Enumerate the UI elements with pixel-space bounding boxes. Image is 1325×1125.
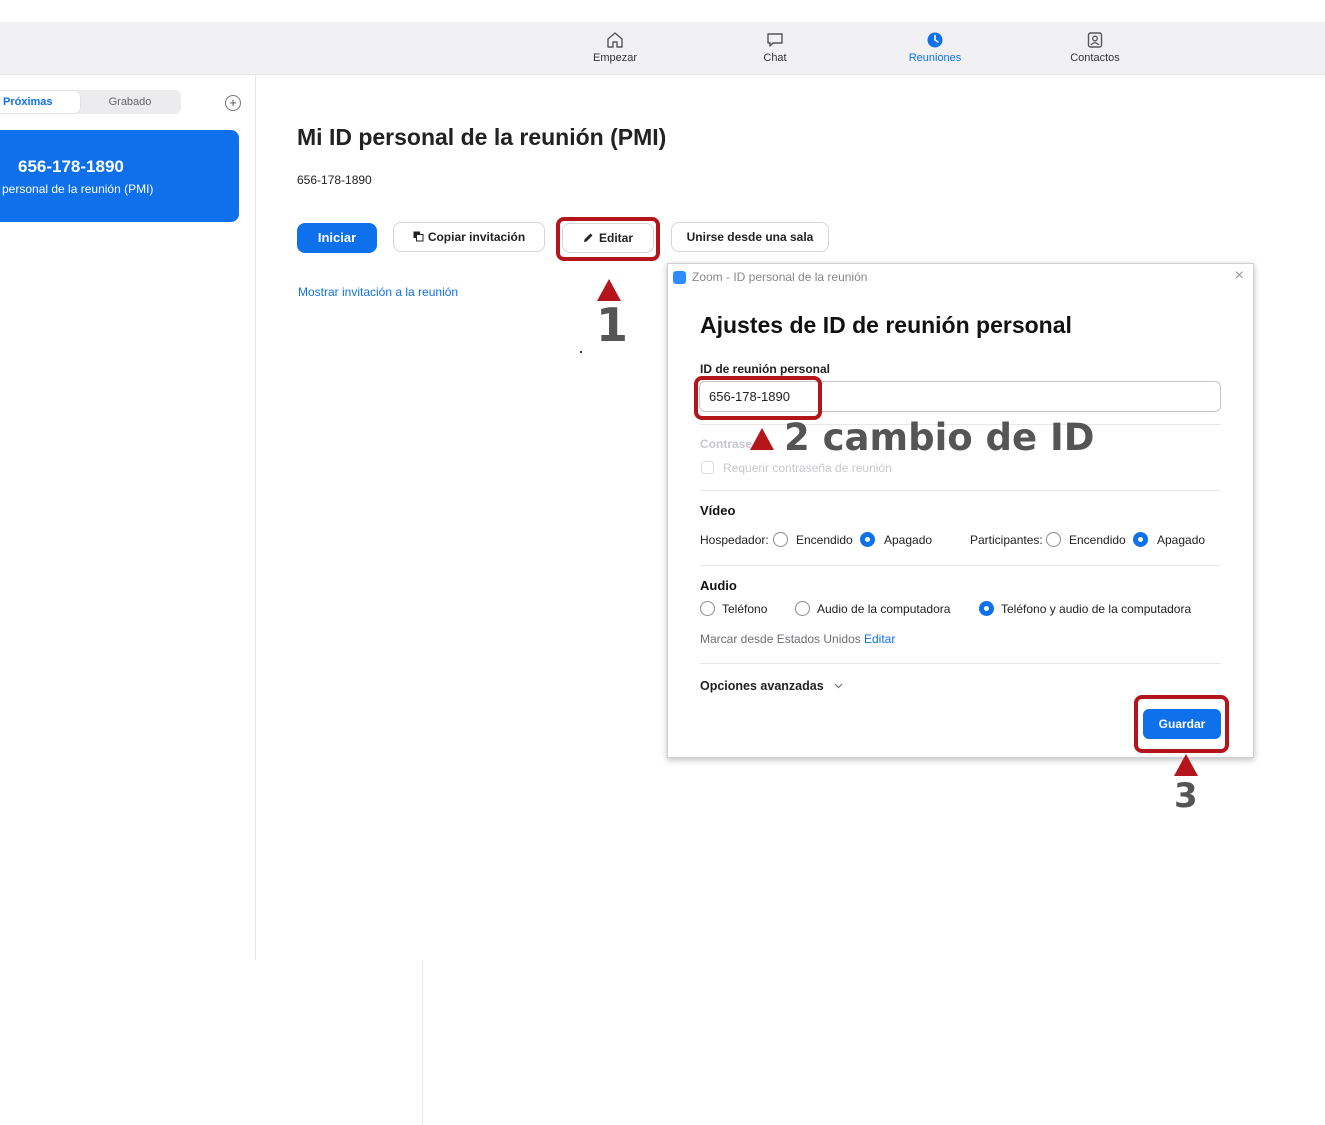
require-password-checkbox[interactable] [701,461,714,474]
annotation-box-edit [556,217,660,261]
add-meeting-button[interactable]: + [225,95,241,111]
bottom-divider [422,960,423,1125]
page-title: Mi ID personal de la reunión (PMI) [297,124,667,150]
top-nav-bar: Empezar Chat Reuniones Contactos [0,22,1325,75]
dialog-heading: Ajustes de ID de reunión personal [700,312,1072,338]
video-section-title: Vídeo [700,503,736,518]
meetings-tab-switch: Próximas Grabado [0,90,181,114]
host-video-on-label: Encendido [796,533,853,547]
start-button[interactable]: Iniciar [297,223,377,253]
dial-from-label: Marcar desde Estados Unidos [700,632,861,646]
annotation-box-save [1134,695,1229,753]
advanced-options-toggle[interactable]: Opciones avanzadas [700,679,824,693]
audio-both-radio[interactable] [979,601,994,616]
zoom-logo-icon [673,271,686,284]
divider [700,490,1221,491]
copy-invitation-button[interactable]: Copiar invitación [393,222,545,252]
pmi-settings-dialog: Zoom - ID personal de la reunión × Ajust… [667,263,1254,758]
participants-video-on-radio[interactable] [1046,532,1061,547]
meeting-card-pmi[interactable]: 656-178-1890 D personal de la reunión (P… [0,130,239,222]
nav-item-reuniones[interactable]: Reuniones [890,30,980,64]
nav-item-empezar[interactable]: Empezar [570,30,660,64]
host-video-off-label: Apagado [884,533,933,547]
join-from-room-button[interactable]: Unirse desde una sala [671,222,829,252]
nav-label: Contactos [1070,52,1120,64]
annotation-step-3: 3 [1174,776,1198,816]
audio-computer-label: Audio de la computadora [817,602,951,616]
tab-proximas[interactable]: Próximas [0,91,80,113]
require-password-label: Requerir contraseña de reunión [723,461,892,475]
annotation-step-2: 2 cambio de ID [784,416,1095,459]
copy-invitation-label: Copiar invitación [427,230,526,244]
show-invitation-link[interactable]: Mostrar invitación a la reunión [298,285,458,299]
audio-phone-label: Teléfono [722,602,768,616]
annotation-arrow-3 [1174,754,1198,776]
sidebar-divider [255,74,256,960]
nav-item-chat[interactable]: Chat [730,30,820,64]
participants-video-on-label: Encendido [1069,533,1126,547]
stray-dot [580,351,582,353]
tab-grabado[interactable]: Grabado [80,91,180,113]
annotation-step-1: 1 [596,298,629,352]
annotation-box-pmi-input [694,376,822,420]
chevron-down-icon [834,683,843,689]
dial-from-edit-link[interactable]: Editar [864,632,895,646]
nav-item-contactos[interactable]: Contactos [1050,30,1140,64]
nav-label: Chat [763,52,787,64]
clock-icon [927,32,943,48]
participants-video-off-label: Apagado [1157,533,1206,547]
chat-icon [767,33,783,47]
nav-label: Empezar [592,52,638,64]
host-label: Hospedador: [700,533,769,547]
audio-phone-radio[interactable] [700,601,715,616]
audio-both-label: Teléfono y audio de la computadora [1001,602,1192,616]
divider [700,663,1221,664]
divider [700,565,1221,566]
home-icon [607,32,623,48]
nav-label: Reuniones [908,52,962,64]
annotation-arrow-2 [750,428,774,450]
participants-video-off-radio[interactable] [1133,532,1148,547]
copy-icon [413,231,424,242]
audio-section-title: Audio [700,578,737,593]
meeting-card-subtitle: D personal de la reunión (PMI) [0,182,154,196]
audio-computer-radio[interactable] [795,601,810,616]
meeting-card-id: 656-178-1890 [18,157,124,176]
password-label: Contrase [700,437,753,451]
pmi-number: 656-178-1890 [297,173,372,187]
pmi-field-label: ID de reunión personal [700,362,831,376]
host-video-on-radio[interactable] [773,532,788,547]
contacts-icon [1087,32,1103,48]
close-icon[interactable]: × [1235,268,1244,284]
host-video-off-radio[interactable] [860,532,875,547]
dialog-window-title: Zoom - ID personal de la reunión [692,270,868,284]
participants-label: Participantes: [970,533,1043,547]
